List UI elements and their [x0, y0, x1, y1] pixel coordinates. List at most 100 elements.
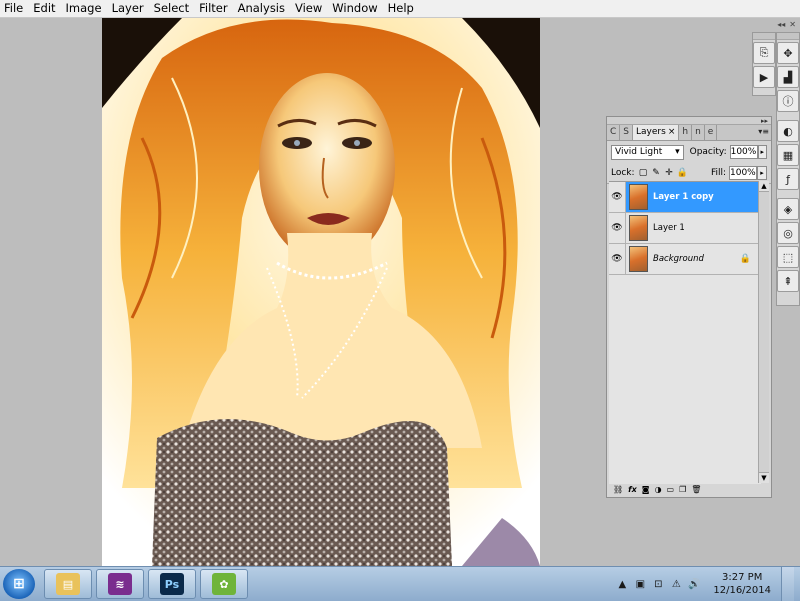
- menu-select[interactable]: Select: [149, 0, 194, 17]
- layers-panel-footer: ⛓ fx ◙ ◑ ▭ ❐ 🗑: [609, 483, 773, 495]
- tab-channels[interactable]: C: [607, 125, 621, 140]
- fx-icon[interactable]: fx: [628, 485, 637, 494]
- panel-titlebar[interactable]: ▸▸: [607, 117, 771, 125]
- menu-image[interactable]: Image: [61, 0, 107, 17]
- fill-slider-button[interactable]: ▸: [757, 166, 767, 180]
- menu-bar: File Edit Image Layer Select Filter Anal…: [0, 0, 800, 18]
- fill-field[interactable]: 100%: [729, 166, 757, 180]
- layers-panel: ▸▸ C S Layers × h n e ▾≡ Vivid Light ▾ Opa…: [606, 116, 772, 498]
- canvas-image: [102, 18, 540, 566]
- navigator-icon[interactable]: ✥: [777, 42, 799, 64]
- show-hidden-icons[interactable]: ▲: [615, 577, 629, 591]
- taskbar-photoshop[interactable]: Ps: [148, 569, 196, 599]
- visibility-eye-icon[interactable]: 👁: [609, 244, 626, 274]
- group-icon[interactable]: ▭: [667, 485, 675, 494]
- layer-name: Background: [653, 254, 704, 264]
- new-layer-icon[interactable]: ❐: [679, 485, 686, 494]
- system-tray: ▲ ▣ ⊡ ⚠ 🔊 3:27 PM 12/16/2014: [615, 567, 800, 601]
- document-canvas[interactable]: [102, 18, 540, 566]
- fill-label: Fill:: [710, 168, 726, 178]
- lock-all-icon[interactable]: 🔒: [676, 168, 687, 178]
- taskbar-corel[interactable]: ✿: [200, 569, 248, 599]
- taskbar-library[interactable]: ≋: [96, 569, 144, 599]
- menu-help[interactable]: Help: [383, 0, 419, 17]
- layer-row-layer-1-copy[interactable]: 👁 Layer 1 copy: [609, 182, 761, 213]
- layer-name: Layer 1: [653, 223, 685, 233]
- app-tray-icon[interactable]: ▣: [633, 577, 647, 591]
- lock-image-icon[interactable]: ✎: [652, 168, 661, 178]
- collapse-icon[interactable]: ◂◂: [777, 20, 785, 30]
- tab-styles[interactable]: S: [620, 125, 634, 140]
- network-icon[interactable]: ⊡: [651, 577, 665, 591]
- close-icon[interactable]: ×: [668, 127, 676, 137]
- lock-transparent-icon[interactable]: ▢: [639, 168, 648, 178]
- start-button[interactable]: ⊞: [3, 569, 35, 599]
- volume-icon[interactable]: 🔊: [687, 577, 701, 591]
- layers-scrollbar[interactable]: ▲ ▼: [758, 181, 769, 483]
- clock-time: 3:27 PM: [722, 572, 763, 583]
- collapse-icon[interactable]: ▸▸: [761, 117, 768, 125]
- photoshop-icon: Ps: [160, 573, 184, 595]
- layer-name: Layer 1 copy: [653, 192, 714, 202]
- tab-layers[interactable]: Layers ×: [633, 125, 680, 140]
- panel-menu-icon[interactable]: ▾≡: [758, 127, 769, 136]
- menu-analysis[interactable]: Analysis: [233, 0, 290, 17]
- layer-thumbnail: [629, 215, 648, 241]
- masks-icon[interactable]: ◈: [777, 198, 799, 220]
- tab-extra[interactable]: e: [705, 125, 718, 140]
- lock-position-icon[interactable]: ✛: [665, 168, 674, 178]
- chevron-down-icon: ▾: [675, 147, 680, 157]
- clock-date: 12/16/2014: [713, 585, 771, 596]
- menu-filter[interactable]: Filter: [194, 0, 232, 17]
- show-desktop-button[interactable]: [781, 567, 794, 601]
- clone-source-icon[interactable]: ◎: [777, 222, 799, 244]
- trash-icon[interactable]: 🗑: [691, 485, 701, 494]
- dock-grip[interactable]: [753, 33, 775, 40]
- menu-view[interactable]: View: [290, 0, 327, 17]
- tab-swatches[interactable]: n: [692, 125, 705, 140]
- visibility-eye-icon[interactable]: 👁: [609, 213, 626, 243]
- alert-icon[interactable]: ⚠: [669, 577, 683, 591]
- menu-edit[interactable]: Edit: [28, 0, 60, 17]
- info-icon[interactable]: ⓘ: [777, 90, 799, 112]
- dock-grip[interactable]: [777, 33, 799, 40]
- visibility-eye-icon[interactable]: 👁: [609, 182, 626, 212]
- close-icon[interactable]: ✕: [789, 20, 796, 30]
- tool-presets-icon[interactable]: ⇞: [777, 270, 799, 292]
- blend-row: Vivid Light ▾ Opacity: 100% ▸: [607, 141, 771, 163]
- layer-thumbnail: [629, 246, 648, 272]
- corel-icon: ✿: [212, 573, 236, 595]
- workspace: ◂◂ ✕ ⎘ ▶ ✥ ▟ ⓘ ◐ ▦ ƒ ◈ ◎ ⬚ ⇞ ▸▸ C S Laye…: [0, 18, 800, 566]
- scroll-down-icon[interactable]: ▼: [759, 472, 769, 483]
- lock-icon: 🔒: [739, 254, 751, 264]
- adjustments-icon[interactable]: ƒ: [777, 168, 799, 190]
- blend-mode-select[interactable]: Vivid Light ▾: [611, 144, 684, 160]
- paths-icon[interactable]: ⬚: [777, 246, 799, 268]
- folder-icon: ▤: [56, 573, 80, 595]
- styles-icon[interactable]: ▦: [777, 144, 799, 166]
- dock-collapsed-panels-right: ✥ ▟ ⓘ ◐ ▦ ƒ ◈ ◎ ⬚ ⇞: [776, 32, 800, 306]
- panel-tabs: C S Layers × h n e ▾≡: [607, 125, 771, 141]
- menu-layer[interactable]: Layer: [107, 0, 149, 17]
- dock-collapsed-panels-left: ⎘ ▶: [752, 32, 776, 96]
- menu-window[interactable]: Window: [327, 0, 382, 17]
- taskbar-explorer[interactable]: ▤: [44, 569, 92, 599]
- swatches-icon[interactable]: ◐: [777, 120, 799, 142]
- actions-icon[interactable]: ▶: [753, 66, 775, 88]
- layer-row-layer-1[interactable]: 👁 Layer 1: [609, 213, 761, 244]
- add-mask-icon[interactable]: ◙: [642, 485, 650, 494]
- opacity-field[interactable]: 100%: [729, 145, 758, 159]
- adjustment-layer-icon[interactable]: ◑: [655, 485, 662, 494]
- layer-row-background[interactable]: 👁 Background 🔒: [609, 244, 761, 275]
- history-icon[interactable]: ⎘: [753, 42, 775, 64]
- opacity-label: Opacity:: [689, 147, 727, 157]
- clock[interactable]: 3:27 PM 12/16/2014: [713, 571, 771, 597]
- layers-list: 👁 Layer 1 copy 👁 Layer 1 👁 Background 🔒: [609, 181, 761, 484]
- histogram-icon[interactable]: ▟: [777, 66, 799, 88]
- opacity-slider-button[interactable]: ▸: [757, 145, 767, 159]
- scroll-up-icon[interactable]: ▲: [759, 181, 769, 192]
- taskbar: ⊞ ▤ ≋ Ps ✿ ▲ ▣ ⊡ ⚠ 🔊 3:27 PM 12/16/2014: [0, 566, 800, 601]
- tab-paths[interactable]: h: [679, 125, 693, 140]
- menu-file[interactable]: File: [0, 0, 28, 17]
- link-layers-icon[interactable]: ⛓: [613, 485, 623, 494]
